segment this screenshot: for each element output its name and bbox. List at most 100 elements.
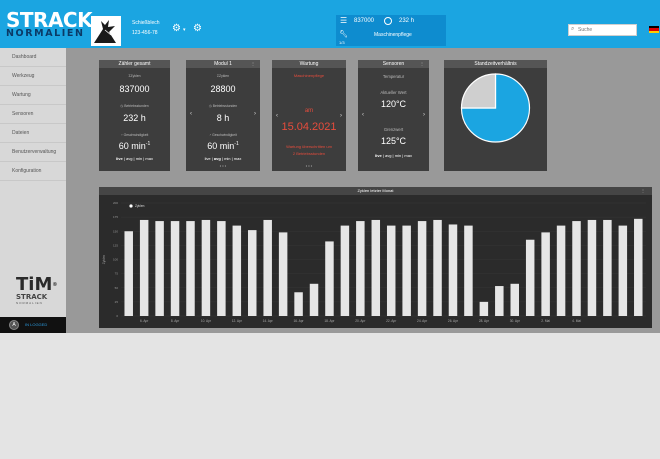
chevron-right-icon[interactable]: › — [423, 112, 425, 118]
chart-bar[interactable] — [603, 219, 612, 316]
chevron-right-icon[interactable]: › — [340, 113, 342, 119]
sidebar-item-dateien[interactable]: Dateien — [0, 124, 66, 143]
chevron-left-icon[interactable]: ‹ — [362, 112, 364, 118]
pie-slice-1 — [460, 73, 497, 109]
y-tick-label: 175 — [113, 215, 118, 219]
sidebar-item-benutzerverwaltung[interactable]: Benutzerverwaltung — [0, 143, 66, 162]
logo-bottom-text: NORMALIEN — [6, 28, 85, 39]
maintenance-prefix: am — [304, 108, 314, 114]
chart-bar[interactable] — [294, 292, 303, 316]
chevron-left-icon[interactable]: ‹ — [276, 113, 278, 119]
gears-icon[interactable]: ⚙ — [193, 24, 202, 34]
legend-label[interactable]: Zyklen — [135, 204, 145, 208]
mode-live: live — [375, 153, 382, 158]
chart-bar[interactable] — [248, 230, 257, 316]
x-tick-label: 12. Apr — [232, 319, 243, 323]
hours-value: 232 h — [123, 113, 146, 123]
widget-title: Standzeitverhältnis — [444, 60, 547, 68]
chart-bar[interactable] — [155, 221, 164, 316]
x-tick-label: 30. Apr — [510, 319, 521, 323]
tim-logo-text: TiM — [16, 274, 53, 295]
widget-maintenance: Wartung Maschinenpflege am ‹ › 15.04.202… — [272, 60, 346, 171]
chart-bar[interactable] — [386, 225, 396, 316]
chart-bar[interactable] — [448, 224, 458, 316]
chart-bar[interactable] — [433, 219, 442, 316]
chevron-down-icon[interactable]: ▾ — [183, 27, 186, 33]
speed-label: ◔ Geschwindigkeit — [120, 133, 149, 137]
logged-in-label[interactable]: IN LOGGED — [25, 322, 47, 327]
x-tick-label: 22. Apr — [386, 319, 397, 323]
chart-bar[interactable] — [232, 225, 242, 316]
chart-bar[interactable] — [186, 221, 195, 316]
pagination-dots[interactable]: • • • — [272, 163, 346, 168]
chart-bar[interactable] — [464, 225, 473, 316]
part-thumbnail — [91, 16, 121, 46]
part-number: 123-456-78 — [132, 30, 158, 36]
y-tick-label: 75 — [115, 272, 119, 276]
sidebar-item-werkzeug[interactable]: Werkzeug — [0, 67, 66, 86]
limit-value-label: Grenzwert — [383, 127, 404, 132]
chart-bar[interactable] — [510, 283, 519, 316]
chart-bar[interactable] — [356, 221, 365, 316]
chart-bar[interactable] — [139, 219, 149, 316]
app-root: { "brand": { "logo_top": "STRACK", "logo… — [0, 0, 660, 459]
mode-max: max — [145, 156, 153, 161]
chart-bar[interactable] — [201, 219, 211, 316]
sidebar-item-konfiguration[interactable]: Konfiguration — [0, 162, 66, 181]
pagination-dots[interactable]: • • • — [186, 163, 260, 168]
tim-strack-text: STRACK — [16, 293, 48, 301]
mode-avg: avg — [125, 156, 133, 161]
chart-bar[interactable] — [124, 231, 133, 316]
speed-mode-selector[interactable]: live | avg | min | max — [99, 156, 170, 161]
avatar[interactable]: A — [9, 320, 19, 330]
ratio-pie-chart — [460, 73, 531, 143]
chart-bar[interactable] — [618, 225, 628, 316]
chart-bar[interactable] — [541, 232, 550, 316]
chart-bar[interactable] — [572, 221, 581, 316]
chart-bar[interactable] — [309, 283, 319, 316]
search-input[interactable] — [578, 25, 634, 35]
settings-gear-icon[interactable]: ⚙ — [172, 24, 181, 34]
x-tick-label: 28. Apr — [479, 319, 490, 323]
tim-normalien-text: NORMALIEN — [16, 301, 43, 305]
mode-avg: avg — [213, 156, 221, 161]
more-vertical-icon[interactable]: ⋮ — [251, 61, 255, 66]
sidebar-item-sensoren[interactable]: Sensoren — [0, 105, 66, 124]
chart-bar[interactable] — [325, 241, 334, 316]
y-tick-label: 150 — [113, 229, 118, 233]
mode-min: min — [224, 156, 231, 161]
y-tick-label: 200 — [113, 201, 118, 205]
header-hours: 232 h — [399, 18, 415, 24]
chart-bar[interactable] — [587, 219, 597, 316]
sidebar-item-dashboard[interactable]: Dashboard — [0, 48, 66, 67]
chart-bar[interactable] — [634, 218, 643, 316]
chart-bar[interactable] — [263, 219, 272, 316]
chart-bar[interactable] — [479, 301, 489, 316]
hours-value: 8 h — [216, 113, 230, 123]
chart-bar[interactable] — [495, 286, 504, 316]
cycles-label: ΣZyklen — [128, 74, 141, 78]
chart-bar[interactable] — [417, 221, 427, 316]
cycles-bar-chart: 0 25 50 75 100 125 150 175 200 Zyklen 6. Apr 8. Apr… — [102, 201, 646, 323]
chart-bar[interactable] — [371, 219, 381, 316]
speed-mode-selector[interactable]: live | avg | min | max — [186, 156, 260, 161]
more-vertical-icon[interactable]: ⋮ — [641, 187, 645, 195]
chart-bar[interactable] — [340, 225, 350, 316]
chart-bar[interactable] — [556, 225, 566, 316]
cycles-label: ΣZyklen — [216, 74, 230, 78]
chart-bar[interactable] — [525, 239, 535, 316]
more-vertical-icon[interactable]: ⋮ — [420, 61, 424, 66]
chart-bar[interactable] — [217, 221, 226, 316]
chart-bar[interactable] — [170, 221, 180, 316]
y-tick-label: 50 — [115, 286, 119, 290]
flag-stripe-gold — [649, 30, 659, 33]
speed-label: ◔ Geschwindigkeit — [209, 133, 237, 137]
german-flag-icon[interactable] — [649, 26, 659, 33]
chart-bar[interactable] — [402, 225, 411, 316]
widget-title: Sensoren — [358, 60, 429, 68]
strack-logo[interactable]: STRACK® NORMALIEN — [6, 10, 98, 40]
chart-bar[interactable] — [278, 232, 288, 316]
sensor-mode-selector[interactable]: live | avg | min | max — [358, 153, 429, 158]
sidebar-item-wartung[interactable]: Wartung — [0, 86, 66, 105]
widget-module-1: Modul 1 ⋮ ΣZyklen 28800 ‹ › ◷ Betriebsst… — [186, 60, 260, 171]
